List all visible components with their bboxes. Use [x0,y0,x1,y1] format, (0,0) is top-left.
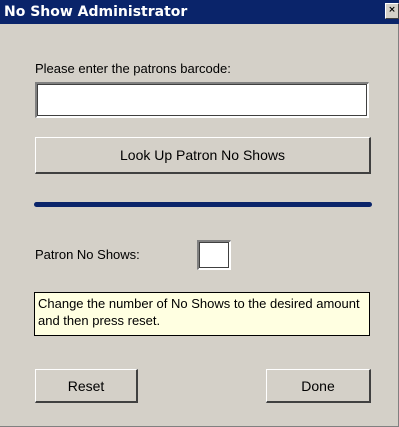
no-show-administrator-window: No Show Administrator × Please enter the… [0,0,399,427]
separator-bar [34,202,372,207]
window-title: No Show Administrator [4,4,188,20]
patron-no-shows-label: Patron No Shows: [35,247,140,262]
reset-button[interactable]: Reset [35,369,138,403]
close-button[interactable]: × [385,3,399,19]
look-up-patron-no-shows-button[interactable]: Look Up Patron No Shows [35,137,371,174]
barcode-input[interactable] [35,82,369,118]
no-shows-count-input[interactable] [197,240,231,270]
barcode-label: Please enter the patrons barcode: [35,61,231,76]
done-button[interactable]: Done [266,369,371,403]
title-bar: No Show Administrator × [0,0,399,24]
close-icon: × [388,5,396,15]
instruction-note: Change the number of No Shows to the des… [34,292,370,336]
